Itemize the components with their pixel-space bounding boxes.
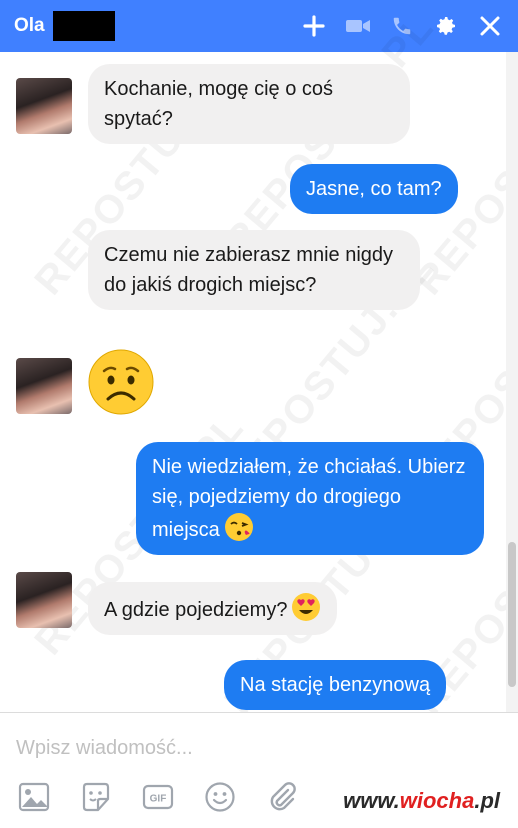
- kissing-face-icon: [224, 512, 254, 542]
- gif-icon[interactable]: GIF: [140, 779, 176, 815]
- composer: Wpisz wiadomość... GIF www.wiocha.pl: [0, 712, 518, 828]
- chat-header: Ola: [0, 0, 518, 52]
- brand-prefix: www.: [343, 788, 400, 813]
- brand-watermark: www.wiocha.pl: [343, 788, 500, 814]
- attachment-icon[interactable]: [264, 779, 300, 815]
- phone-icon[interactable]: [388, 12, 416, 40]
- message-bubble-outgoing: Jasne, co tam?: [290, 164, 458, 214]
- scrollbar-thumb[interactable]: [508, 542, 516, 687]
- brand-suffix: .pl: [474, 788, 500, 813]
- message-bubble-incoming: Kochanie, mogę cię o coś spytać?: [88, 64, 410, 144]
- message-list: REPOSTUJ.PL REPOSTUJ.PL REPOSTUJ.PL REPO…: [0, 5, 518, 723]
- message-text: Nie wiedziałem, że chciałaś. Ubierz się,…: [152, 456, 466, 541]
- sticker-icon[interactable]: [78, 779, 114, 815]
- message-bubble-outgoing: Nie wiedziałem, że chciałaś. Ubierz się,…: [136, 442, 484, 555]
- avatar[interactable]: [16, 572, 72, 628]
- gear-icon[interactable]: [432, 12, 460, 40]
- message-bubble-incoming: Czemu nie zabierasz mnie nigdy do jakiś …: [88, 230, 420, 310]
- image-icon[interactable]: [16, 779, 52, 815]
- avatar[interactable]: [16, 358, 72, 414]
- gif-label: GIF: [150, 794, 167, 805]
- heart-eyes-face-icon: [291, 592, 321, 622]
- video-icon[interactable]: [344, 12, 372, 40]
- message-bubble-incoming: A gdzie pojedziemy?: [88, 582, 338, 635]
- brand-name: wiocha: [399, 788, 475, 813]
- avatar[interactable]: [16, 78, 72, 134]
- message-input[interactable]: Wpisz wiadomość...: [16, 737, 193, 760]
- scrollbar[interactable]: [506, 52, 518, 712]
- emoji-icon[interactable]: [202, 779, 238, 815]
- redaction-box: [52, 11, 115, 41]
- message-bubble-outgoing: Na stację benzynową: [224, 660, 447, 710]
- message-text: A gdzie pojedziemy?: [104, 599, 288, 621]
- contact-name[interactable]: Ola: [14, 15, 45, 37]
- worried-face-icon: [88, 349, 154, 415]
- composer-tools: GIF: [16, 779, 300, 815]
- close-icon[interactable]: [476, 12, 504, 40]
- plus-icon[interactable]: [300, 12, 328, 40]
- header-actions: [300, 0, 504, 52]
